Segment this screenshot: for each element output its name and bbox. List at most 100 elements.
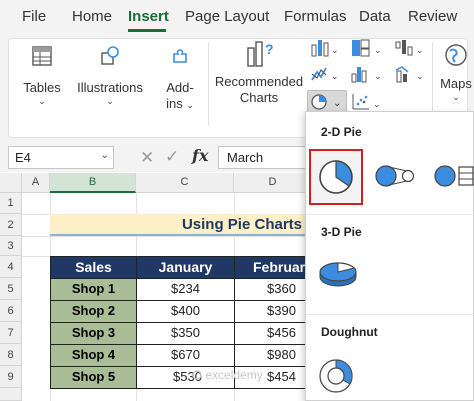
select-all-corner[interactable] xyxy=(0,173,22,193)
svg-text:⌄: ⌄ xyxy=(416,45,424,55)
tab-review[interactable]: Review xyxy=(408,8,457,25)
row-header[interactable]: 6 xyxy=(0,300,22,322)
tab-file[interactable]: File xyxy=(22,8,46,25)
pie-icon xyxy=(319,160,353,194)
divider xyxy=(306,214,474,215)
watermark: exceldemy xyxy=(192,368,263,382)
watermark-logo-icon xyxy=(192,370,202,380)
svg-text:⌄: ⌄ xyxy=(374,45,382,55)
addins-button[interactable]: Add- ins ⌄ xyxy=(160,44,200,113)
table-cell-january[interactable]: $400 xyxy=(136,300,235,323)
section-3d-pie: 3-D Pie xyxy=(321,225,362,239)
hierarchy-chart-icon[interactable]: ⌄ xyxy=(350,38,384,58)
waterfall-chart-icon[interactable]: ⌄ xyxy=(394,38,428,58)
row-header[interactable]: 3 xyxy=(0,236,22,256)
gridline xyxy=(22,236,312,237)
column-header-d[interactable]: D xyxy=(234,173,312,193)
table-header-january[interactable]: January xyxy=(136,256,235,279)
table-cell-february[interactable]: $456 xyxy=(234,322,312,345)
row-header[interactable]: 9 xyxy=(0,366,22,388)
row-header[interactable]: 5 xyxy=(0,278,22,300)
tab-page-layout[interactable]: Page Layout xyxy=(185,8,269,25)
tab-data[interactable]: Data xyxy=(359,8,391,25)
name-box[interactable]: E4 ⌄ xyxy=(8,146,114,169)
doughnut-button[interactable] xyxy=(316,356,356,396)
table-cell-january[interactable]: $234 xyxy=(136,278,235,301)
row-header[interactable]: 1 xyxy=(0,193,22,214)
watermark-text: exceldemy xyxy=(205,368,263,382)
addins-label-1: Add- xyxy=(166,80,194,95)
column-header-b[interactable]: B xyxy=(50,173,136,193)
row-header[interactable]: 2 xyxy=(0,214,22,236)
table-cell-february[interactable]: $390 xyxy=(234,300,312,323)
section-2d-pie: 2-D Pie xyxy=(321,125,362,139)
recommended-label-2: Charts xyxy=(239,90,279,105)
table-header-february[interactable]: Februar xyxy=(234,256,312,279)
column-header-a[interactable]: A xyxy=(22,173,50,193)
row-header[interactable]: 7 xyxy=(0,322,22,344)
scatter-chart-icon[interactable]: ⌄ xyxy=(350,92,384,112)
svg-text:⌄: ⌄ xyxy=(374,71,382,81)
table-cell-shop[interactable]: Shop 5 xyxy=(50,366,137,389)
table-cell-january[interactable]: $350 xyxy=(136,322,235,345)
formula-value: March xyxy=(227,150,264,165)
sheet-title[interactable]: Using Pie Charts xyxy=(50,214,312,236)
section-doughnut: Doughnut xyxy=(321,325,378,339)
tables-button[interactable]: Tables ⌄ xyxy=(20,44,64,106)
column-chart-icon[interactable]: ⌄ xyxy=(310,38,340,58)
bar-of-pie-button[interactable] xyxy=(432,162,474,190)
column-header-c[interactable]: C xyxy=(136,173,234,193)
illustrations-button[interactable]: Illustrations ⌄ xyxy=(76,44,144,106)
recommended-label-1: Recommended xyxy=(214,74,304,89)
shapes-icon xyxy=(101,46,119,65)
pie-2d-button[interactable] xyxy=(309,149,363,205)
divider xyxy=(306,314,474,315)
table-cell-february[interactable]: $980 xyxy=(234,344,312,367)
statistic-chart-icon[interactable]: ⌄ xyxy=(350,64,384,84)
svg-text:⌄: ⌄ xyxy=(331,71,339,81)
line-chart-icon[interactable]: ⌄ xyxy=(310,64,340,84)
ribbon-separator xyxy=(208,42,209,126)
row-header[interactable] xyxy=(0,388,22,401)
combo-chart-icon[interactable]: ⌄ xyxy=(394,64,428,84)
recommended-charts-button[interactable]: ? Recommended Charts xyxy=(214,38,304,106)
pie-3d-button[interactable] xyxy=(316,256,360,292)
table-cell-shop[interactable]: Shop 4 xyxy=(50,344,137,367)
pie-of-pie-button[interactable] xyxy=(373,162,419,190)
table-cell-shop[interactable]: Shop 1 xyxy=(50,278,137,301)
svg-text:⌄: ⌄ xyxy=(333,98,341,109)
svg-text:⌄: ⌄ xyxy=(373,99,381,109)
chevron-down-icon: ⌄ xyxy=(38,96,46,106)
recommended-charts-icon: ? xyxy=(247,41,274,67)
check-icon[interactable]: ✓ xyxy=(165,147,179,167)
row-header[interactable]: 4 xyxy=(0,256,22,278)
maps-label: Maps xyxy=(440,76,472,91)
tab-insert[interactable]: Insert xyxy=(128,8,169,25)
illustrations-label: Illustrations xyxy=(77,80,143,95)
table-header-sales[interactable]: Sales xyxy=(50,256,137,279)
function-icon[interactable]: fx xyxy=(192,146,208,165)
chevron-down-icon: ⌄ xyxy=(452,92,460,102)
formula-input[interactable]: March xyxy=(218,146,318,169)
pie-chart-icon[interactable]: ⌄ xyxy=(309,92,347,112)
pie-chart-dropdown: 2-D Pie 3-D Pie Doughnut xyxy=(305,111,474,401)
addins-label-2: ins ⌄ xyxy=(166,96,194,111)
tables-label: Tables xyxy=(23,80,61,95)
addins-icon xyxy=(173,49,187,63)
table-cell-shop[interactable]: Shop 2 xyxy=(50,300,137,323)
svg-text:⌄: ⌄ xyxy=(416,71,424,81)
row-header[interactable]: 8 xyxy=(0,344,22,366)
table-cell-january[interactable]: $670 xyxy=(136,344,235,367)
chevron-down-icon: ⌄ xyxy=(106,96,114,106)
table-cell-february[interactable]: $360 xyxy=(234,278,312,301)
globe-icon xyxy=(445,44,467,66)
svg-text:⌄: ⌄ xyxy=(331,45,339,55)
tab-home[interactable]: Home xyxy=(72,8,112,25)
chevron-down-icon[interactable]: ⌄ xyxy=(101,150,109,161)
maps-button[interactable]: Maps ⌄ xyxy=(438,42,474,102)
name-box-value: E4 xyxy=(15,150,31,165)
table-icon xyxy=(32,46,52,66)
tab-formulas[interactable]: Formulas xyxy=(284,8,347,25)
table-cell-shop[interactable]: Shop 3 xyxy=(50,322,137,345)
cancel-icon[interactable]: ✕ xyxy=(140,148,154,168)
